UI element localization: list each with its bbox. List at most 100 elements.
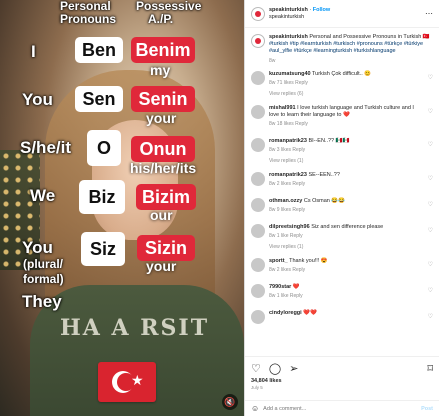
comment-input[interactable] xyxy=(263,405,418,412)
mute-icon[interactable]: 🔇 xyxy=(222,394,238,410)
post-comment-button[interactable]: Post xyxy=(421,406,433,412)
caption-user[interactable]: speakinturkish xyxy=(269,34,308,40)
comment-meta: 8w 2 likes Reply xyxy=(269,267,328,274)
emoji-icon[interactable]: ☺ xyxy=(251,404,259,413)
comment-time: 8w xyxy=(269,181,276,187)
commenter-name[interactable]: dilpreetsingh96 xyxy=(269,224,310,230)
commenter-avatar[interactable] xyxy=(251,71,265,85)
star-icon: ★ xyxy=(131,372,144,388)
reply-button[interactable]: Reply xyxy=(292,267,305,273)
reply-button[interactable]: Reply xyxy=(295,80,308,86)
label-plural: (plural/ xyxy=(23,257,64,271)
commenter-avatar[interactable] xyxy=(251,284,265,298)
more-options-icon[interactable]: ⋯ xyxy=(425,9,433,18)
view-replies-link[interactable]: View replies (1) xyxy=(269,158,433,164)
post-header: speakinturkish · Follow speakinturkish ⋯ xyxy=(245,0,439,28)
share-send-icon[interactable]: ➢ xyxy=(289,362,298,375)
commenter-avatar[interactable] xyxy=(251,138,265,152)
caption-text-block: speakinturkish Personal and Possessive P… xyxy=(269,34,433,65)
meaning-our: our xyxy=(150,207,173,223)
comment-likes[interactable]: 2 likes xyxy=(277,267,291,273)
commenter-avatar[interactable] xyxy=(251,172,265,186)
commenter-name[interactable]: romanpatrik23 xyxy=(269,138,307,144)
comment-bubble-icon[interactable]: ◯ xyxy=(269,362,281,375)
commenter-name[interactable]: sportt_ xyxy=(269,258,288,264)
comment-body: kuzumatsung40 Turkish Çok difficult.. 😊 8… xyxy=(269,71,381,87)
comment-like-heart-icon[interactable]: ♡ xyxy=(428,313,433,320)
comment-item: romanpatrik23 BI--EN..?? 🇲🇽🇲🇽 8w 3 likes … xyxy=(251,138,433,154)
commenter-avatar[interactable] xyxy=(251,105,265,119)
follow-button[interactable]: Follow xyxy=(313,7,330,13)
label-you-plural: You xyxy=(22,238,53,257)
reply-button[interactable]: Reply xyxy=(295,121,308,127)
comment-text: Thank you!!! 😍 xyxy=(289,258,328,264)
comment-likes[interactable]: 1 like xyxy=(277,233,289,239)
account-avatar[interactable] xyxy=(251,6,265,21)
commenter-name[interactable]: cindyloreggi xyxy=(269,310,302,316)
reply-button[interactable]: Reply xyxy=(290,233,303,239)
caption-text: Personal and Possessive Pronouns in Turk… xyxy=(309,34,430,40)
comment-body: mishal991 I love turkish language and Tu… xyxy=(269,105,433,128)
comment-text: ❤️❤️ xyxy=(303,310,317,316)
comment-likes[interactable]: 18 likes xyxy=(277,121,294,127)
comment-item: sportt_ Thank you!!! 😍 8w 2 likes Reply ♡ xyxy=(251,258,433,274)
comment-like-heart-icon[interactable]: ♡ xyxy=(428,287,433,294)
save-bookmark-icon[interactable]: ⌑ xyxy=(427,362,433,375)
comment-text: Cs Osman 😂😂 xyxy=(303,198,346,204)
comment-like-heart-icon[interactable]: ♡ xyxy=(428,227,433,234)
view-replies-link[interactable]: View replies (1) xyxy=(269,244,433,250)
comment-body: cindyloreggi ❤️❤️ xyxy=(269,310,327,324)
reply-button[interactable]: Reply xyxy=(292,181,305,187)
comment-time: 8w xyxy=(269,80,276,86)
like-count[interactable]: 34,804 likes xyxy=(251,378,433,384)
comment-likes[interactable]: 1 like xyxy=(277,293,289,299)
comment-likes[interactable]: 71 likes xyxy=(277,80,294,86)
sweater-print: HA A RSIT xyxy=(60,315,210,341)
reply-button[interactable]: Reply xyxy=(292,207,305,213)
header-possessive: Possessive xyxy=(136,0,202,13)
comment-like-heart-icon[interactable]: ♡ xyxy=(428,261,433,268)
reply-button[interactable]: Reply xyxy=(290,293,303,299)
commenter-name[interactable]: othman.ozzy xyxy=(269,198,302,204)
meaning-your-plural: your xyxy=(146,258,177,274)
comment-likes[interactable]: 9 likes xyxy=(277,207,291,213)
comment-time: 8w xyxy=(269,233,276,239)
commenter-name[interactable]: romanpatrik23 xyxy=(269,172,307,178)
comment-text: Turkish Çok difficult.. 😊 xyxy=(312,71,372,77)
pronoun-o: O xyxy=(87,130,121,166)
comment-body: othman.ozzy Cs Osman 😂😂 8w 9 likes Reply xyxy=(269,198,355,214)
account-subname: speakinturkish xyxy=(269,13,305,20)
comment-like-heart-icon[interactable]: ♡ xyxy=(428,108,433,115)
pronoun-ben: Ben xyxy=(75,37,123,63)
add-comment-bar: ☺ Post xyxy=(245,400,439,416)
view-replies-link[interactable]: View replies (6) xyxy=(269,91,433,97)
pronoun-sen: Sen xyxy=(75,86,123,112)
like-heart-icon[interactable]: ♡ xyxy=(251,362,261,375)
pronoun-biz: Biz xyxy=(79,180,125,214)
comment-likes[interactable]: 2 likes xyxy=(277,181,291,187)
commenter-avatar[interactable] xyxy=(251,310,265,324)
commenter-name[interactable]: mishal991 xyxy=(269,105,296,111)
comment-like-heart-icon[interactable]: ♡ xyxy=(428,201,433,208)
reply-button[interactable]: Reply xyxy=(292,147,305,153)
comment-time: 8w xyxy=(269,293,276,299)
reel-video[interactable]: HA A RSIT Personal Pronouns Possessive A… xyxy=(0,0,244,416)
commenter-name[interactable]: 7990star xyxy=(269,284,291,290)
possessive-senin: Senin xyxy=(131,86,195,112)
comment-meta: 8w 2 likes Reply xyxy=(269,181,340,188)
comments-feed[interactable]: speakinturkish Personal and Possessive P… xyxy=(245,30,439,356)
comment-like-heart-icon[interactable]: ♡ xyxy=(428,175,433,182)
caption-avatar[interactable] xyxy=(251,34,265,48)
header-personal: Personal xyxy=(60,0,111,13)
commenter-avatar[interactable] xyxy=(251,224,265,238)
commenter-name[interactable]: kuzumatsung40 xyxy=(269,71,311,77)
comment-like-heart-icon[interactable]: ♡ xyxy=(428,74,433,81)
comment-likes[interactable]: 3 likes xyxy=(277,147,291,153)
caption-time: 8w xyxy=(269,58,276,64)
comment-body: 7990star ❤️ 8w 1 like Reply xyxy=(269,284,313,300)
caption-tags[interactable]: #turkish #tip #learnturkish #turkisch #p… xyxy=(269,41,423,54)
commenter-avatar[interactable] xyxy=(251,198,265,212)
comment-like-heart-icon[interactable]: ♡ xyxy=(428,141,433,148)
account-name[interactable]: speakinturkish xyxy=(269,7,308,13)
commenter-avatar[interactable] xyxy=(251,258,265,272)
